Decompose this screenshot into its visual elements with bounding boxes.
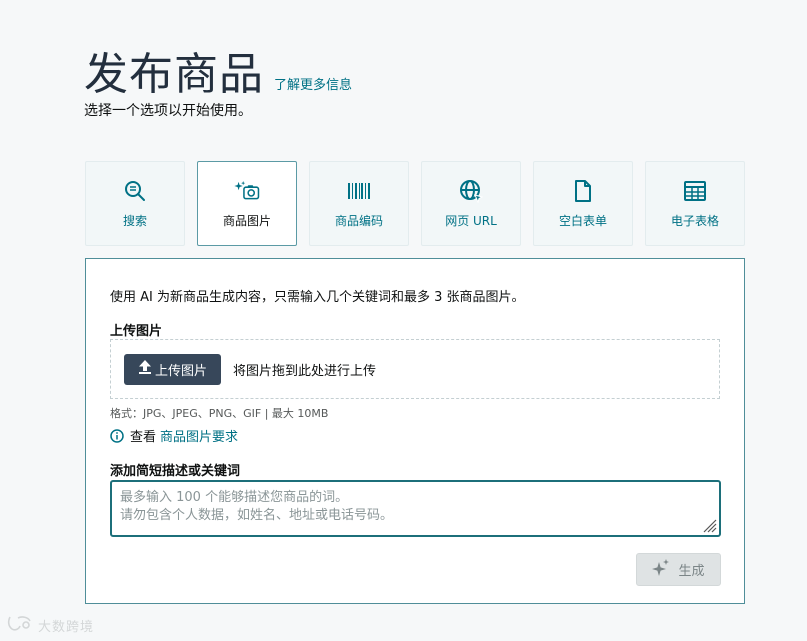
option-label: 商品图片 (222, 214, 271, 228)
page-subtitle: 选择一个选项以开始使用。 (84, 103, 252, 119)
spreadsheet-icon (682, 178, 708, 204)
globe-icon (458, 178, 484, 204)
watermark: 大数跨境 (6, 614, 94, 636)
learn-more-link[interactable]: 了解更多信息 (274, 74, 352, 93)
option-label: 空白表单 (558, 214, 607, 228)
sparkle-icon (652, 558, 670, 581)
option-label: 网页 URL (445, 214, 497, 228)
page-title: 发布商品 (84, 49, 264, 100)
option-search[interactable]: 搜索 (85, 161, 185, 246)
document-icon (570, 178, 596, 204)
description-input[interactable] (110, 480, 721, 537)
option-label: 电子表格 (670, 214, 719, 228)
barcode-icon (346, 178, 372, 204)
upload-button-label: 上传图片 (155, 363, 208, 379)
option-label: 商品编码 (334, 214, 383, 228)
watermark-logo-icon (6, 614, 34, 636)
sparkle-camera-icon (234, 178, 260, 204)
upload-arrow-icon (138, 360, 152, 378)
option-spreadsheet[interactable]: 电子表格 (645, 161, 745, 246)
title-row: 发布商品 了解更多信息 (84, 38, 352, 102)
option-cards: 搜索 商品图片 商品编码 网页 URL 空白表单 电子表格 (85, 161, 745, 246)
option-label: 搜索 (122, 214, 147, 228)
search-icon (122, 178, 148, 204)
product-image-panel: 使用 AI 为新商品生成内容，只需输入几个关键词和最多 3 张商品图片。 上传图… (85, 258, 745, 604)
image-dropzone[interactable]: 上传图片 将图片拖到此处进行上传 (110, 339, 720, 399)
upload-label: 上传图片 (110, 324, 163, 339)
option-blank-form[interactable]: 空白表单 (533, 161, 633, 246)
requirements-row: 查看 商品图片要求 (110, 426, 238, 445)
drop-hint: 将图片拖到此处进行上传 (233, 363, 377, 379)
generate-button[interactable]: 生成 (636, 553, 721, 586)
format-info: 格式：JPG、JPEG、PNG、GIF | 最大 10MB (110, 407, 329, 420)
watermark-text: 大数跨境 (38, 619, 95, 635)
description-label: 添加简短描述或关键词 (110, 464, 241, 479)
page: 发布商品 了解更多信息 选择一个选项以开始使用。 搜索 商品图片 商品编码 网页… (0, 0, 807, 641)
panel-intro: 使用 AI 为新商品生成内容，只需输入几个关键词和最多 3 张商品图片。 (110, 290, 525, 305)
generate-label: 生成 (678, 564, 705, 579)
option-product-code[interactable]: 商品编码 (309, 161, 409, 246)
option-product-image[interactable]: 商品图片 (197, 161, 297, 246)
upload-image-button[interactable]: 上传图片 (124, 353, 222, 385)
info-icon (110, 428, 124, 443)
view-prefix: 查看 (130, 430, 157, 445)
image-requirements-link[interactable]: 商品图片要求 (160, 426, 238, 445)
option-web-url[interactable]: 网页 URL (421, 161, 521, 246)
